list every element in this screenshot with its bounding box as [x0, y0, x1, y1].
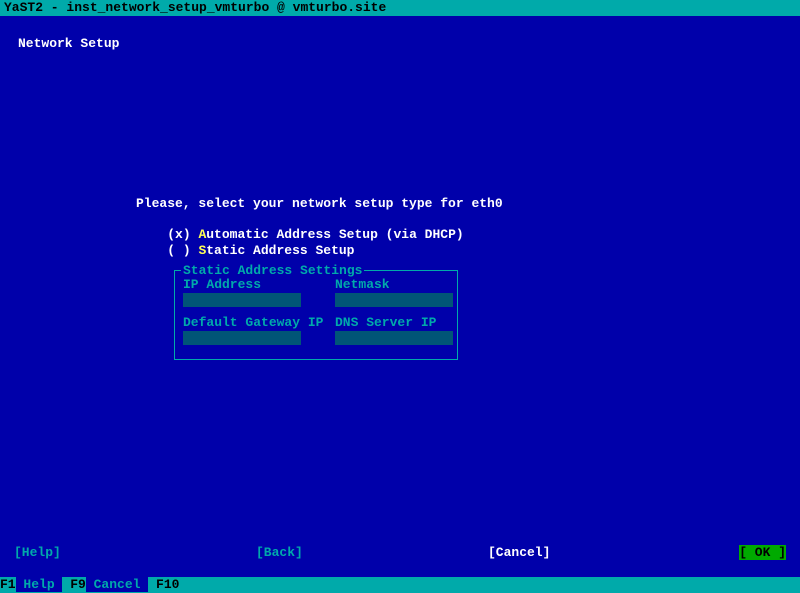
f1-key: F1 — [0, 577, 16, 592]
main-panel: Network Setup Please, select your networ… — [0, 16, 800, 577]
netmask-input[interactable] — [335, 293, 453, 307]
default-gateway-input[interactable] — [183, 331, 301, 345]
radio-marker: ( ) — [167, 243, 198, 258]
netmask-label: Netmask — [335, 277, 390, 292]
page-title: Network Setup — [18, 36, 119, 51]
radio-label: tatic Address Setup — [206, 243, 354, 258]
dns-server-label: DNS Server IP — [335, 315, 436, 330]
default-gateway-label: Default Gateway IP — [183, 315, 323, 330]
f10-key: F10 — [148, 577, 179, 592]
ip-address-label: IP Address — [183, 277, 261, 292]
ip-address-input[interactable] — [183, 293, 301, 307]
f1-label: Help — [16, 577, 63, 592]
static-address-group: Static Address Settings IP Address Netma… — [174, 270, 458, 360]
f9-label: Cancel — [86, 577, 148, 592]
f10-label: OK — [179, 577, 202, 592]
group-legend: Static Address Settings — [181, 263, 364, 278]
dns-server-input[interactable] — [335, 331, 453, 345]
back-button[interactable]: [Back] — [256, 545, 303, 560]
cancel-button[interactable]: [Cancel] — [488, 545, 550, 560]
ok-button[interactable]: [ OK ] — [739, 545, 786, 560]
f9-key: F9 — [62, 577, 85, 592]
window-titlebar: YaST2 - inst_network_setup_vmturbo @ vmt… — [0, 0, 800, 16]
help-button[interactable]: [Help] — [14, 545, 61, 560]
button-row: [Help] [Back] [Cancel] [ OK ] — [0, 545, 800, 561]
prompt-text: Please, select your network setup type f… — [136, 196, 503, 211]
status-bar: F1 Help F9 Cancel F10 OK — [0, 577, 800, 593]
